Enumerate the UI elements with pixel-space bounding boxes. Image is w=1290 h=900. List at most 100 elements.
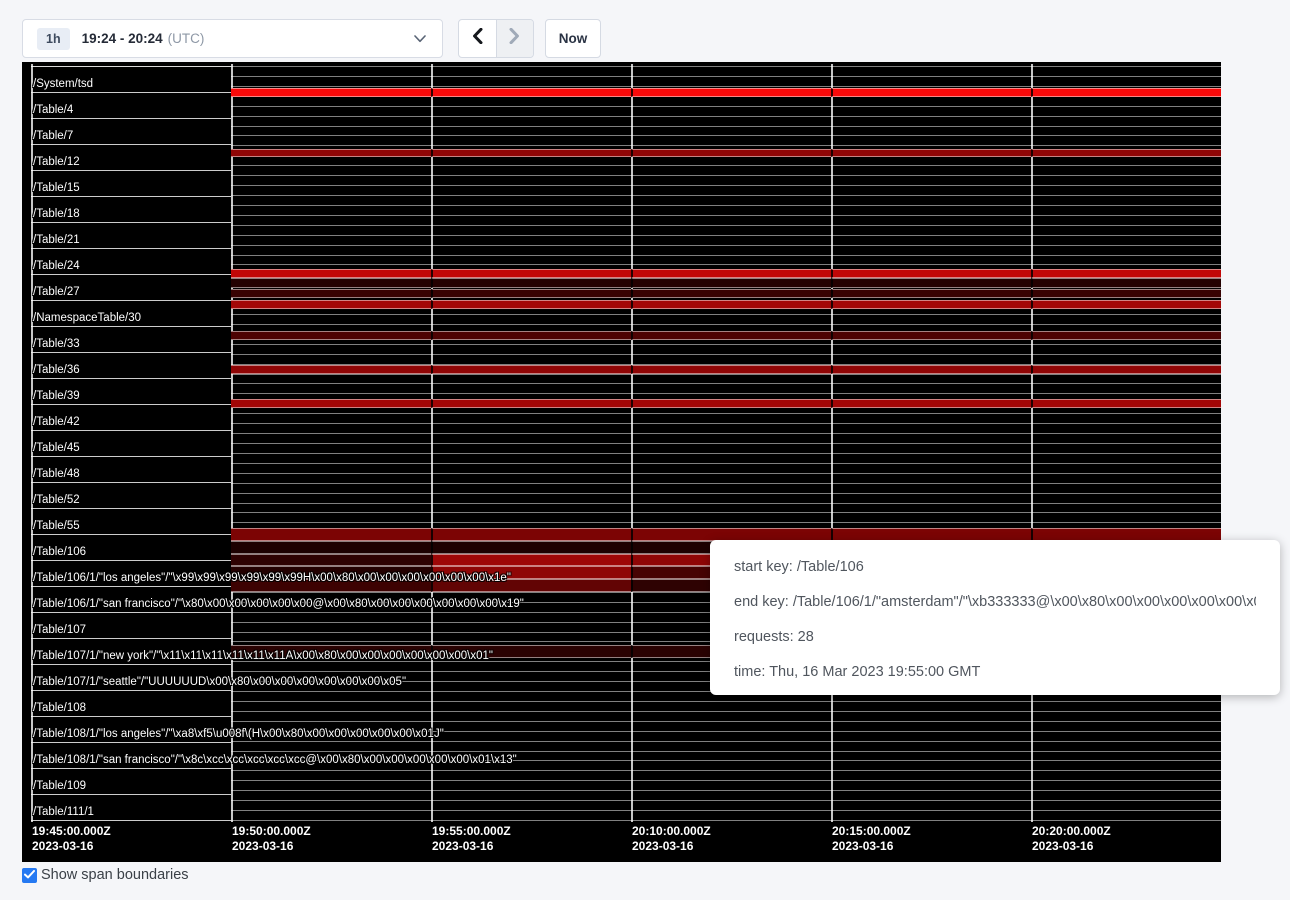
- span-boundary-line: [231, 116, 1221, 117]
- span-boundary-line: [231, 731, 1221, 732]
- span-boundary-line: [231, 790, 1221, 791]
- hot-span-cell: [431, 149, 631, 157]
- span-boundary-line: [231, 354, 1221, 355]
- span-boundary-line: [231, 820, 1221, 821]
- hot-span-cell: [231, 269, 431, 278]
- span-boundary-line: [231, 165, 1221, 166]
- time-range-dropdown[interactable]: 1h 19:24 - 20:24 (UTC): [22, 19, 443, 58]
- hot-span-cell: [231, 365, 431, 374]
- hot-span-cell: [231, 278, 431, 288]
- span-key-label: /Table/21: [33, 234, 80, 246]
- hot-span-cell: [1031, 331, 1221, 340]
- span-boundary-line: [231, 393, 1221, 394]
- span-row: /Table/48: [31, 457, 231, 483]
- span-key-label: /Table/12: [33, 156, 80, 168]
- hot-span-cell: [631, 88, 831, 97]
- hot-span-cell: [431, 579, 631, 592]
- span-key-label: /Table/111/1: [33, 806, 94, 818]
- span-key-label: /Table/24: [33, 260, 80, 272]
- span-boundary-line: [231, 225, 1221, 226]
- time-window-badge: 1h: [37, 28, 70, 50]
- span-key-label: /NamespaceTable/30: [33, 312, 141, 324]
- show-span-boundaries-checkbox[interactable]: [22, 868, 37, 883]
- prev-window-button[interactable]: [459, 20, 496, 57]
- hot-span-cell: [1031, 399, 1221, 408]
- hot-span-cell: [231, 300, 431, 309]
- span-row: /Table/7: [31, 119, 231, 145]
- span-boundary-line: [231, 314, 1221, 315]
- time-axis-tick: 20:15:00.000Z2023-03-16: [830, 824, 911, 854]
- span-boundary-line: [231, 512, 1221, 513]
- span-row: /Table/27: [31, 275, 231, 301]
- span-boundary-line: [231, 255, 1221, 256]
- time-gridline: [831, 64, 833, 822]
- span-boundary-line: [231, 443, 1221, 444]
- span-row: /Table/15: [31, 171, 231, 197]
- span-boundary-line: [231, 145, 1221, 146]
- now-button[interactable]: Now: [545, 19, 601, 58]
- hot-span-cell: [231, 399, 431, 408]
- span-boundary-line: [231, 383, 1221, 384]
- span-row: /Table/55: [31, 509, 231, 535]
- span-boundary-line: [231, 760, 1221, 761]
- span-row: /Table/36: [31, 353, 231, 379]
- chevron-down-icon: [414, 35, 426, 43]
- hot-span-cell: [631, 300, 831, 309]
- tooltip-time: time: Thu, 16 Mar 2023 19:55:00 GMT: [734, 664, 1256, 680]
- span-key-label: /Table/27: [33, 286, 80, 298]
- tooltip-start-key: start key: /Table/106: [734, 559, 1256, 575]
- span-boundary-line: [231, 413, 1221, 414]
- next-window-button[interactable]: [496, 20, 534, 57]
- hot-span-cell: [1031, 149, 1221, 157]
- span-key-label: /Table/108: [33, 702, 86, 714]
- hot-span-cell: [431, 365, 631, 374]
- span-boundary-line: [231, 701, 1221, 702]
- hot-span-cell: [431, 645, 631, 658]
- hot-span-cell: [631, 149, 831, 157]
- span-boundary-line: [231, 205, 1221, 206]
- hot-span-cell: [431, 278, 631, 288]
- footer: Show span boundaries: [22, 867, 189, 883]
- span-boundary-line: [231, 721, 1221, 722]
- span-boundary-line: [231, 751, 1221, 752]
- key-visualizer-canvas[interactable]: /System/tsd/Table/4/Table/7/Table/12/Tab…: [22, 62, 1221, 862]
- hot-span-cell: [231, 554, 431, 566]
- span-row: /Table/107/1/"new york"/"\x11\x11\x11\x1…: [31, 639, 231, 665]
- time-gridline: [1031, 64, 1033, 822]
- time-axis-tick: 19:50:00.000Z2023-03-16: [230, 824, 311, 854]
- time-axis-tick: 20:20:00.000Z2023-03-16: [1030, 824, 1111, 854]
- hot-span-cell: [231, 289, 431, 298]
- hot-span-cell: [431, 566, 631, 579]
- span-key-label: /Table/48: [33, 468, 80, 480]
- span-row: /Table/108/1/"san francisco"/"\x8c\xcc\x…: [31, 743, 231, 769]
- hot-span-cell: [431, 399, 631, 408]
- span-row: /Table/21: [31, 223, 231, 249]
- hot-span-cell: [631, 365, 831, 374]
- span-key-label: /Table/106: [33, 546, 86, 558]
- span-row: /Table/106/1/"los angeles"/"\x99\x99\x99…: [31, 561, 231, 587]
- span-boundary-line: [231, 135, 1221, 136]
- hot-span-cell: [1031, 269, 1221, 278]
- span-key-label: /System/tsd: [33, 78, 93, 90]
- span-boundary-line: [231, 453, 1221, 454]
- hot-span-cell: [831, 399, 1031, 408]
- span-key-label: /Table/107: [33, 624, 86, 636]
- span-row: /Table/45: [31, 431, 231, 457]
- hot-span-cell: [631, 399, 831, 408]
- hot-span-cell: [231, 528, 431, 541]
- tooltip-requests: requests: 28: [734, 629, 1256, 645]
- hot-span-cell: [431, 269, 631, 278]
- span-row: /Table/108/1/"los angeles"/"\xa8\xf5\u00…: [31, 717, 231, 743]
- span-boundary-line: [231, 235, 1221, 236]
- span-row: /Table/24: [31, 249, 231, 275]
- hot-span-cell: [431, 300, 631, 309]
- time-nav-group: [458, 19, 534, 58]
- span-row: /Table/33: [31, 327, 231, 353]
- hot-span-cell: [631, 289, 831, 298]
- hot-span-cell: [831, 88, 1031, 97]
- span-key-label: /Table/4: [33, 104, 73, 116]
- span-boundary-line: [231, 810, 1221, 811]
- span-boundary-line: [231, 423, 1221, 424]
- span-row: /System/tsd: [31, 67, 231, 93]
- span-row: /Table/109: [31, 769, 231, 795]
